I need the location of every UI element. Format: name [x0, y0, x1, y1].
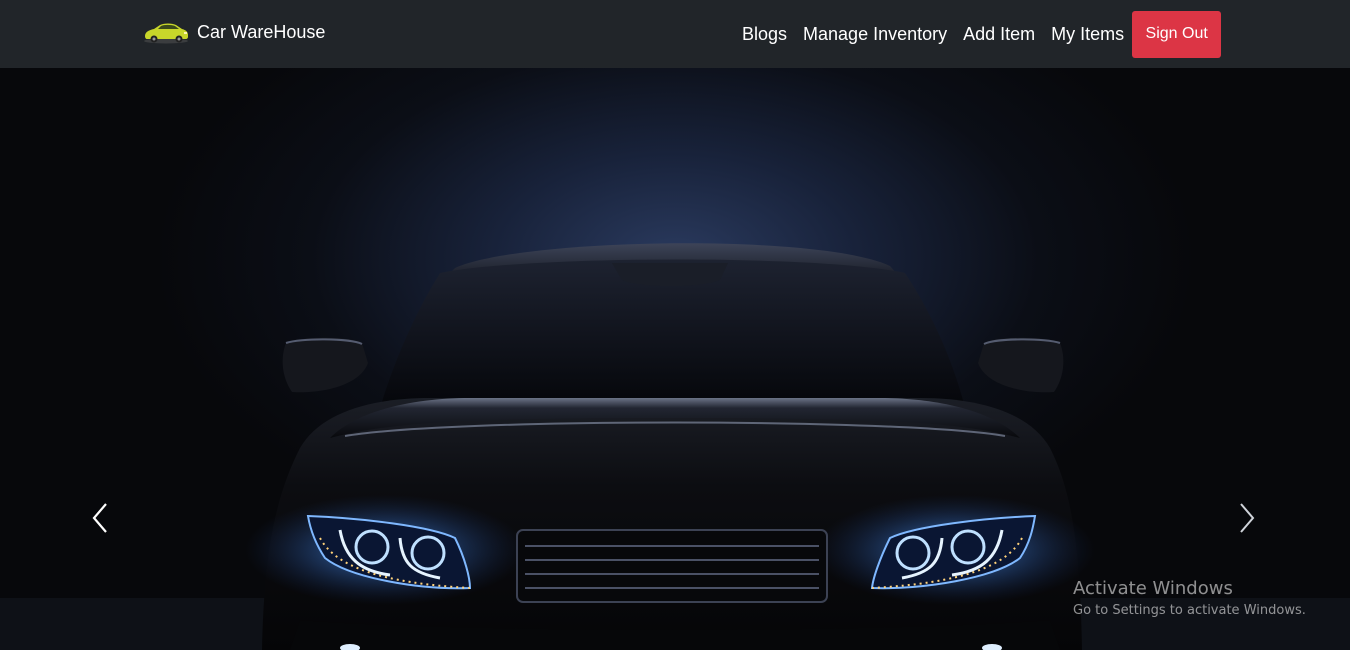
brand-link[interactable]: Car WareHouse — [142, 18, 325, 46]
nav-links: Blogs Manage Inventory Add Item My Items… — [734, 0, 1222, 68]
nav-link-add-item[interactable]: Add Item — [955, 24, 1043, 45]
chevron-right-icon — [1240, 503, 1255, 533]
watermark-title: Activate Windows — [1073, 578, 1233, 599]
nav-link-manage-inventory[interactable]: Manage Inventory — [795, 24, 955, 45]
carousel-next-button[interactable] — [1227, 488, 1267, 548]
car-slide-image — [0, 243, 1350, 650]
hero-carousel — [0, 68, 1350, 650]
nav-link-blogs[interactable]: Blogs — [734, 24, 795, 45]
watermark-subtitle: Go to Settings to activate Windows. — [1073, 603, 1306, 618]
car-logo-icon — [144, 23, 188, 44]
activate-windows-watermark: Activate Windows Go to Settings to activ… — [1073, 578, 1306, 621]
carousel-prev-button[interactable] — [80, 488, 120, 548]
brand-name: Car WareHouse — [197, 21, 326, 42]
nav-link-my-items[interactable]: My Items — [1043, 24, 1132, 45]
sign-out-button[interactable]: Sign Out — [1132, 10, 1222, 58]
navbar: Car WareHouse Blogs Manage Inventory Add… — [0, 0, 1350, 68]
chevron-left-icon — [92, 503, 107, 533]
